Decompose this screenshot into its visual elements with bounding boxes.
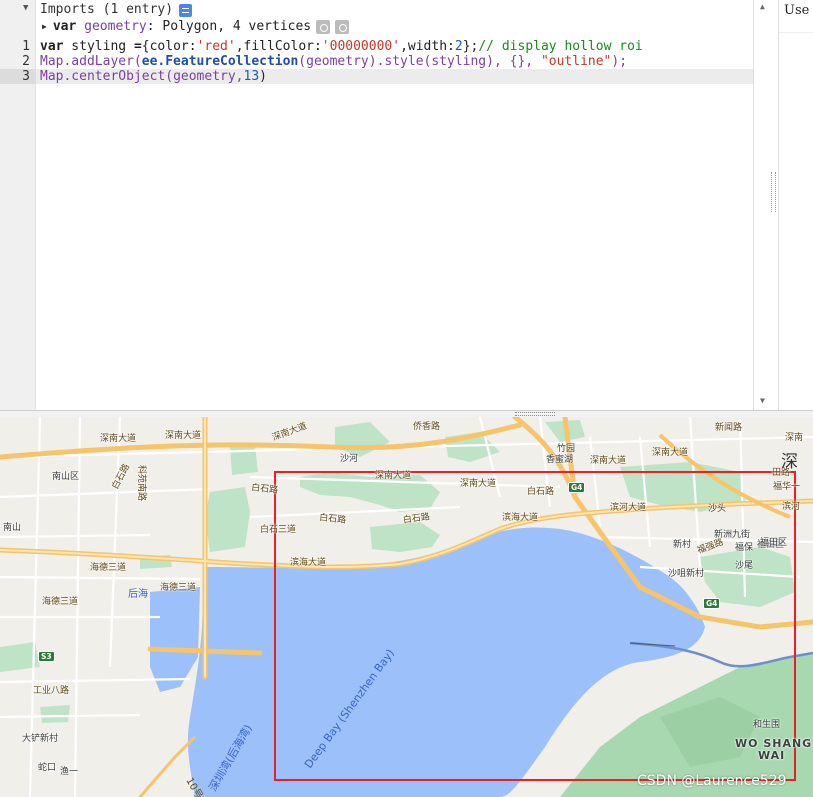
- imports-header-label: Imports (1 entry): [40, 2, 174, 17]
- line-number: 1: [22, 39, 30, 54]
- code-token: ,width:: [400, 39, 455, 54]
- code-line-active[interactable]: Map.centerObject(geometry,13): [36, 69, 753, 84]
- line-number-active: 3: [0, 69, 36, 84]
- map-label: 侨香路: [413, 422, 441, 432]
- code-token: '00000000': [321, 39, 401, 54]
- map-label: 海德三道: [160, 583, 197, 593]
- map-label: 深: [781, 452, 798, 472]
- map-label: 白石路: [250, 482, 279, 496]
- highway-shield: G4: [568, 482, 586, 493]
- code-line[interactable]: var styling ={color:'red',fillColor:'000…: [40, 39, 643, 54]
- highway-shield: S3: [38, 651, 55, 662]
- code-token: // display hollow roi: [478, 39, 643, 54]
- geometry-visibility-target-icon[interactable]: [335, 20, 350, 34]
- geometry-settings-gear-icon[interactable]: [316, 20, 331, 34]
- code-token: );: [611, 54, 628, 69]
- docs-panel-text: Use p: [784, 3, 813, 18]
- line-number-gutter: ▼ 1 2 i 3: [0, 0, 36, 410]
- map-label: 福华一: [773, 482, 801, 492]
- map-label: 蛇口: [38, 763, 57, 773]
- map-label: 滨河大道: [610, 503, 647, 513]
- map-label: 白石路: [527, 487, 555, 497]
- map-label: 深南大道: [652, 448, 689, 458]
- line-number: 2: [22, 54, 30, 69]
- map-label: 和生围: [753, 720, 781, 730]
- code-token: =: [133, 39, 142, 54]
- map-label: 白石路: [318, 512, 347, 526]
- code-token: styling: [63, 39, 134, 54]
- map-label: 深南大道: [100, 434, 137, 444]
- code-token: "outline": [540, 54, 612, 69]
- show-script-icon[interactable]: [179, 3, 193, 17]
- map-label: 大铲新村: [22, 734, 59, 744]
- code-token: var: [40, 39, 64, 54]
- code-token: Map.centerObject(: [40, 69, 174, 84]
- code-token: (geometry).style(styling), {},: [298, 54, 541, 69]
- panel-resize-handle[interactable]: [771, 172, 776, 212]
- editor-scrollbar[interactable]: ▲ ▼: [753, 0, 777, 410]
- import-entry-geometry[interactable]: ▶ var geometry : Polygon, 4 vertices: [42, 19, 350, 35]
- map-label: 白石三道: [260, 525, 297, 535]
- map-label: 沙咀新村: [668, 569, 705, 579]
- docs-panel: Use p: [778, 0, 813, 410]
- map-label: 科苑南路: [136, 465, 146, 502]
- scroll-down-arrow-icon[interactable]: ▼: [760, 396, 765, 405]
- map-label: 深南大道: [460, 479, 497, 489]
- map-label: 滨海大道: [290, 558, 327, 568]
- map-label: 深南大道: [165, 431, 202, 441]
- map-label: 新村: [673, 540, 692, 550]
- code-token: ee.FeatureCollection: [141, 54, 299, 69]
- code-token: };: [462, 39, 479, 54]
- map-label: 深南大道: [375, 471, 412, 481]
- map-label: 海德三道: [42, 597, 79, 607]
- code-token: ,fillColor:: [235, 39, 322, 54]
- code-token: Map.addLayer(: [40, 54, 142, 69]
- code-token: ): [259, 69, 267, 84]
- watermark: CSDN @Laurence529: [637, 773, 787, 789]
- map-label: 后海: [128, 589, 148, 600]
- code-token: 'red': [196, 39, 236, 54]
- code-token: 13: [243, 69, 260, 84]
- map-editor-splitter[interactable]: [0, 410, 813, 417]
- code-token: geometry,: [173, 69, 244, 84]
- code-token: {color:: [141, 39, 197, 54]
- map-label: 渔一: [60, 767, 79, 777]
- map-label: 海德三道: [90, 563, 127, 573]
- map-label: 香蜜湖: [546, 455, 574, 465]
- map-label: 滨河: [782, 502, 801, 512]
- code-token: 2: [454, 39, 463, 54]
- map-label: 沙河: [340, 454, 359, 464]
- divider: [779, 32, 813, 33]
- map-label: 福田区: [760, 538, 788, 548]
- map-label: 沙头: [708, 504, 727, 514]
- map-label: 新闻路: [715, 423, 743, 433]
- import-var-name[interactable]: geometry: [84, 19, 147, 35]
- map-label: 沙尾: [735, 561, 754, 571]
- import-var-keyword: var: [52, 19, 77, 34]
- splitter-grip-icon[interactable]: [515, 412, 555, 416]
- map-label: 南山: [3, 523, 22, 533]
- expand-caret-icon[interactable]: ▶: [42, 19, 47, 35]
- fold-imports-icon[interactable]: ▼: [23, 3, 28, 13]
- map-label: WAI: [758, 749, 786, 762]
- map-label: 滨海大道: [502, 513, 539, 523]
- map-label: 工业八路: [33, 686, 70, 696]
- map-view[interactable]: Deep Bay (Shenzhen Bay) 深圳湾(后海湾) 10号 深南大…: [0, 417, 813, 797]
- code-line[interactable]: Map.addLayer(ee.FeatureCollection(geomet…: [40, 54, 627, 69]
- import-var-description: : Polygon, 4 vertices: [146, 19, 312, 34]
- scroll-up-arrow-icon[interactable]: ▲: [760, 2, 765, 11]
- highway-shield: G4: [703, 598, 721, 609]
- imports-header[interactable]: Imports (1 entry): [40, 2, 193, 18]
- map-label: 南山区: [52, 472, 80, 482]
- map-label: 深南: [785, 433, 804, 443]
- code-editor[interactable]: ▼ 1 2 i 3 Imports (1 entry) ▶ var geomet…: [0, 0, 753, 410]
- map-label: 深南大道: [590, 456, 627, 466]
- map-label: 福保: [735, 543, 754, 553]
